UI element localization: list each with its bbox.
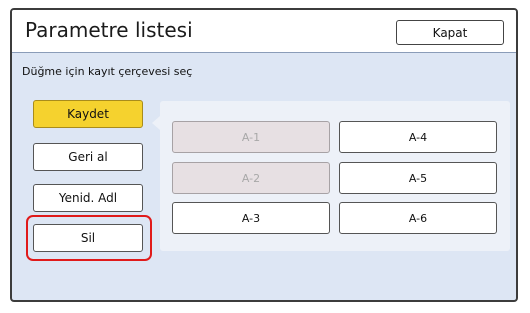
instruction-text: Düğme için kayıt çerçevesi seç: [22, 65, 193, 78]
panel-pointer: [152, 116, 160, 130]
close-button[interactable]: Kapat: [396, 20, 504, 45]
save-button[interactable]: Kaydet: [33, 100, 143, 128]
dialog-title: Parametre listesi: [25, 18, 193, 42]
slot-a2: A-2: [172, 162, 330, 194]
undo-button[interactable]: Geri al: [33, 143, 143, 171]
delete-button[interactable]: Sil: [33, 224, 143, 252]
rename-button[interactable]: Yenid. Adl: [33, 184, 143, 212]
slot-a5[interactable]: A-5: [339, 162, 497, 194]
title-bar: Parametre listesi Kapat: [12, 10, 516, 53]
slot-a6[interactable]: A-6: [339, 202, 497, 234]
slot-a1: A-1: [172, 121, 330, 153]
slot-a3[interactable]: A-3: [172, 202, 330, 234]
slot-panel: A-1 A-2 A-3 A-4 A-5 A-6: [160, 101, 510, 251]
parameter-list-dialog: Parametre listesi Kapat Düğme için kayıt…: [10, 8, 518, 302]
slot-a4[interactable]: A-4: [339, 121, 497, 153]
